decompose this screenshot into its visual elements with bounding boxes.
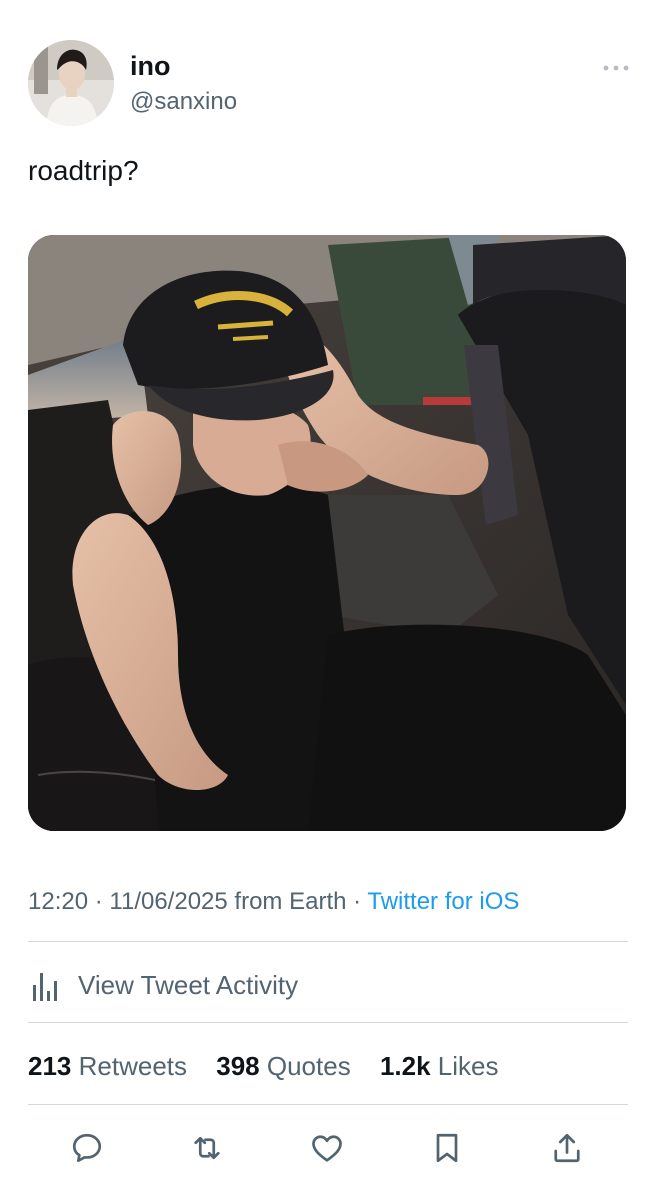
tweet-time: 12:20 — [28, 888, 89, 915]
tweet-photo[interactable] — [28, 235, 626, 831]
view-tweet-activity-label: View Tweet Activity — [78, 969, 299, 1000]
likes-stat[interactable]: 1.2k Likes — [380, 1051, 499, 1081]
avatar[interactable] — [28, 40, 114, 126]
tweet-location: from Earth — [234, 888, 347, 915]
tweet-source-link[interactable]: Twitter for iOS — [367, 888, 519, 915]
like-icon — [312, 1135, 342, 1162]
divider — [28, 1104, 628, 1105]
view-tweet-activity-button[interactable]: View Tweet Activity — [28, 965, 298, 1005]
author-handle[interactable]: @sanxino — [130, 87, 237, 117]
avatar-image — [28, 40, 114, 126]
tweet-stats: 213 Retweets 398 Quotes 1.2k Likes — [28, 1048, 520, 1084]
retweets-label: Retweets — [78, 1051, 188, 1081]
more-options-icon[interactable] — [601, 58, 631, 78]
retweet-icon — [194, 1136, 220, 1160]
like-button[interactable] — [305, 1126, 349, 1170]
share-button[interactable] — [545, 1126, 589, 1170]
meta-separator: · — [94, 888, 110, 915]
likes-count: 1.2k — [379, 1051, 431, 1081]
tweet-date: 11/06/2025 — [109, 888, 228, 915]
author-name[interactable]: ino — [130, 50, 171, 82]
photo-image — [28, 235, 626, 831]
share-icon — [554, 1133, 580, 1163]
likes-label: Likes — [437, 1051, 499, 1081]
divider — [28, 941, 628, 942]
retweets-stat[interactable]: 213 Retweets — [28, 1051, 194, 1081]
tweet-text: roadtrip? — [28, 155, 139, 186]
bar-chart-icon — [33, 973, 57, 1001]
tweet-meta: 12:20 · 11/06/2025 from Earth · Twitter … — [28, 886, 519, 918]
divider — [28, 1022, 628, 1023]
retweet-button[interactable] — [185, 1126, 229, 1170]
reply-button[interactable] — [65, 1126, 109, 1170]
quotes-stat[interactable]: 398 Quotes — [216, 1051, 358, 1081]
meta-separator: · — [353, 888, 368, 915]
quotes-count: 398 — [216, 1051, 260, 1081]
retweets-count: 213 — [28, 1051, 72, 1081]
tweet-action-bar — [28, 1126, 628, 1174]
bookmark-icon — [436, 1133, 458, 1163]
bookmark-button[interactable] — [425, 1126, 469, 1170]
reply-icon — [72, 1133, 102, 1163]
quotes-label: Quotes — [266, 1051, 351, 1081]
